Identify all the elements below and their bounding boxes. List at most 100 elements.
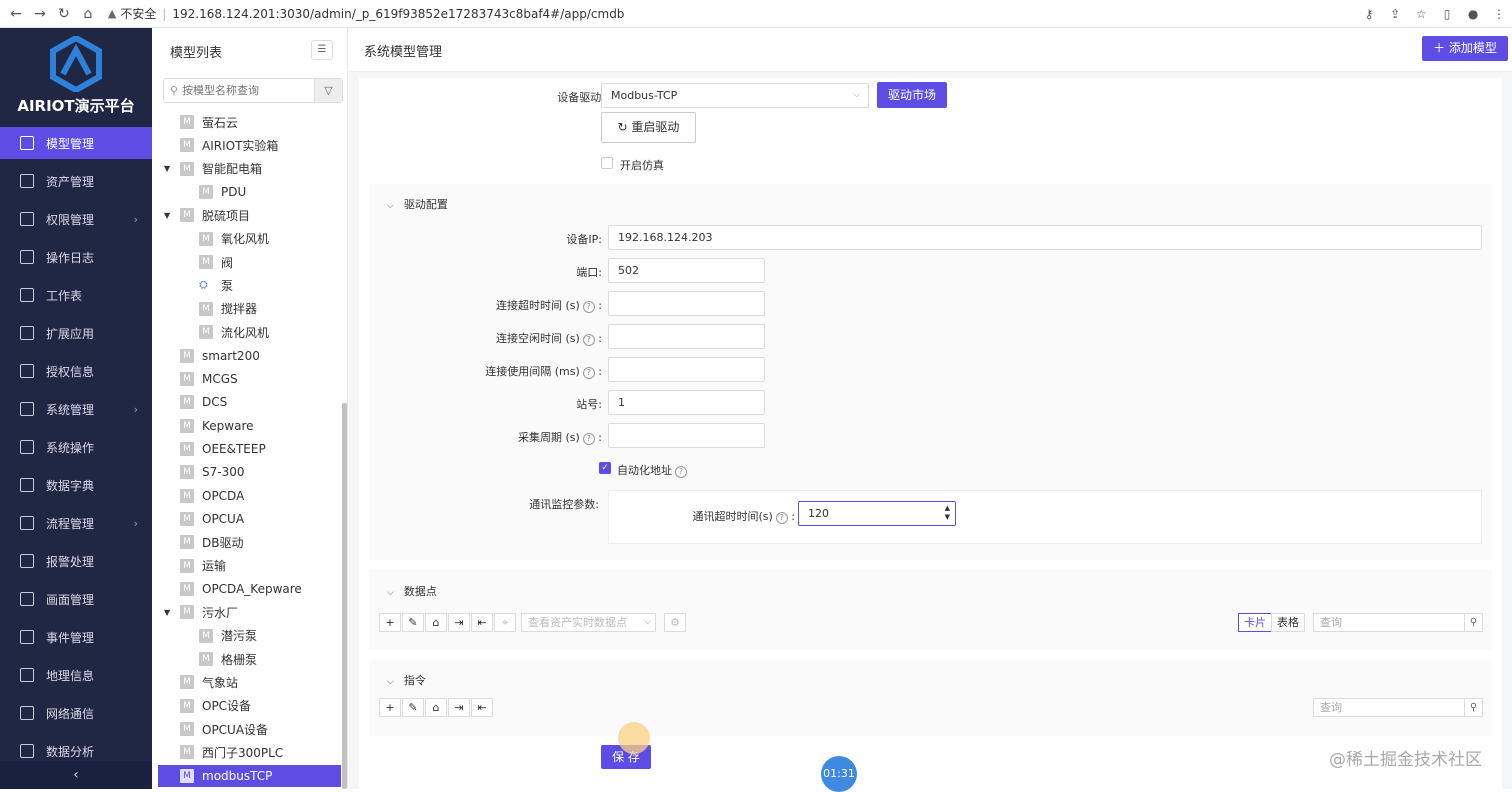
sidebar-item[interactable]: 模型管理 <box>0 127 152 159</box>
copy-icon[interactable]: ⇤ <box>471 698 493 717</box>
tree-item[interactable]: M 萤石云 <box>180 111 238 133</box>
share-icon[interactable]: ⇪ <box>1382 7 1408 21</box>
caret-down-icon[interactable]: ▼ <box>164 608 170 617</box>
tree-item[interactable]: M DB驱动 <box>180 531 243 553</box>
timeout-input[interactable]: 120 ▲ ▼ <box>798 501 956 526</box>
datapoints-header[interactable]: ⌵ 数据点 <box>387 583 437 599</box>
sidebar-item[interactable]: 网络通信 <box>0 697 152 729</box>
collapse-sidebar-icon[interactable]: ‹ <box>0 761 152 789</box>
list-view-icon[interactable]: ☰ <box>311 40 333 60</box>
tree-item[interactable]: M 搅拌器 <box>199 298 257 320</box>
edit-icon[interactable]: ✎ <box>402 613 424 632</box>
back-icon[interactable]: ← <box>4 2 28 26</box>
debug-icon[interactable]: ⚙ <box>664 613 686 632</box>
field-input[interactable] <box>608 291 765 316</box>
auto-address-checkbox[interactable]: ✓ <box>599 462 611 474</box>
export-icon[interactable]: ⇥ <box>448 613 470 632</box>
dictionary-icon <box>20 478 34 492</box>
commands-header[interactable]: ⌵ 指令 <box>387 672 426 688</box>
sidebar-item[interactable]: 授权信息 <box>0 355 152 387</box>
tree-scrollbar[interactable] <box>342 403 347 789</box>
simulation-checkbox[interactable] <box>601 157 613 169</box>
locate-icon[interactable]: ⌖ <box>494 613 516 632</box>
sidebar-item[interactable]: 系统操作 <box>0 431 152 463</box>
tree-item[interactable]: M AIRIOT实验箱 <box>180 134 278 156</box>
field-input[interactable]: 1 <box>608 390 765 415</box>
sidebar-item[interactable]: 操作日志 <box>0 241 152 273</box>
tree-item[interactable]: M 运输 <box>180 555 226 577</box>
address-bar[interactable]: ▲ 不安全 | 192.168.124.201:3030/admin/_p_61… <box>108 3 1356 25</box>
sidebar-item[interactable]: 流程管理 › <box>0 507 152 539</box>
tree-item[interactable]: M 潜污泵 <box>199 625 257 647</box>
sidebar-item[interactable]: 事件管理 <box>0 621 152 653</box>
sidebar-item[interactable]: 资产管理 <box>0 165 152 197</box>
filter-icon[interactable]: ▽ <box>314 79 342 102</box>
tree-item[interactable]: ⛭ 泵 <box>199 274 233 296</box>
sidebar-item[interactable]: 工作表 <box>0 279 152 311</box>
tree-item[interactable]: M PDU <box>199 181 246 203</box>
driver-config-header[interactable]: ⌵ 驱动配置 <box>387 196 448 212</box>
tree-item[interactable]: M 氧化风机 <box>199 228 269 250</box>
sidebar-item[interactable]: 画面管理 <box>0 583 152 615</box>
stepper-icon[interactable]: ▲ ▼ <box>945 504 950 522</box>
card-view-toggle[interactable]: 卡片 <box>1238 613 1272 632</box>
sidebar-item[interactable]: 报警处理 <box>0 545 152 577</box>
driver-select[interactable]: Modbus-TCP ⌵ <box>601 83 869 108</box>
tree-item[interactable]: Msmart200 <box>180 345 260 367</box>
field-input[interactable] <box>608 324 765 349</box>
tree-item[interactable]: M DCS <box>180 391 227 413</box>
tree-item[interactable]: ▼ M 智能配电箱 <box>164 158 262 180</box>
export-icon[interactable]: ⇥ <box>448 698 470 717</box>
tree-item[interactable]: M MCGS <box>180 368 238 390</box>
import-icon[interactable]: ⌂ <box>425 698 447 717</box>
sidebar-item[interactable]: 权限管理 › <box>0 203 152 235</box>
add-icon[interactable]: + <box>379 698 401 717</box>
field-input[interactable] <box>608 357 765 382</box>
commands-search[interactable]: 查询 ⚲ <box>1313 698 1483 717</box>
key-icon[interactable]: ⚷ <box>1356 7 1382 21</box>
tree-item[interactable]: M Kepware <box>180 415 254 437</box>
star-icon[interactable]: ☆ <box>1408 7 1434 21</box>
field-input[interactable]: 502 <box>608 258 765 283</box>
tree-item[interactable]: M OPCUA <box>180 508 244 530</box>
caret-down-icon[interactable]: ▼ <box>164 164 170 173</box>
sidebar-item[interactable]: 扩展应用 <box>0 317 152 349</box>
tree-item[interactable]: M OPCDA <box>180 485 244 507</box>
sidebar-item[interactable]: 系统管理 › <box>0 393 152 425</box>
edit-icon[interactable]: ✎ <box>402 698 424 717</box>
copy-icon[interactable]: ⇤ <box>471 613 493 632</box>
import-icon[interactable]: ⌂ <box>425 613 447 632</box>
tree-item[interactable]: ▼ M 脱硫项目 <box>164 204 250 226</box>
forward-icon[interactable]: → <box>28 2 52 26</box>
tree-item[interactable]: M OPC设备 <box>180 695 251 717</box>
tree-item[interactable]: M 流化风机 <box>199 321 269 343</box>
tree-item[interactable]: M S7-300 <box>180 461 245 483</box>
add-model-button[interactable]: ＋ 添加模型 <box>1422 36 1508 61</box>
caret-down-icon[interactable]: ▼ <box>164 211 170 220</box>
field-input[interactable] <box>608 423 765 448</box>
tree-item[interactable]: M 西门子300PLC <box>180 741 283 763</box>
tree-item[interactable]: M 格栅泵 <box>199 648 257 670</box>
table-view-toggle[interactable]: 表格 <box>1271 613 1305 632</box>
datapoints-search[interactable]: 查询 ⚲ <box>1313 613 1483 632</box>
more-icon[interactable]: ⋮ <box>1486 7 1512 21</box>
restart-driver-button[interactable]: ↻ 重启驱动 <box>601 112 696 143</box>
sidebar-item[interactable]: 地理信息 <box>0 659 152 691</box>
tree-item[interactable]: ▼ M 污水厂 <box>164 601 238 623</box>
field-input[interactable]: 192.168.124.203 <box>608 225 1482 250</box>
tree-item[interactable]: M OEE&TEEP <box>180 438 266 460</box>
sidepanel-icon[interactable]: ▯ <box>1434 7 1460 21</box>
tree-item[interactable]: M OPCDA_Kepware <box>180 578 302 600</box>
tree-item[interactable]: M 气象站 <box>180 671 238 693</box>
sidebar-item[interactable]: 数据字典 <box>0 469 152 501</box>
add-icon[interactable]: + <box>379 613 401 632</box>
home-icon[interactable]: ⌂ <box>76 2 100 26</box>
reload-icon[interactable]: ↻ <box>52 2 76 26</box>
tree-item[interactable]: MmodbusTCP <box>158 764 341 787</box>
driver-market-button[interactable]: 驱动市场 <box>877 82 947 108</box>
profile-icon[interactable]: ● <box>1460 7 1486 21</box>
tree-item[interactable]: M OPCUA设备 <box>180 718 268 740</box>
asset-datapoint-select[interactable]: 查看资产实时数据点 ⌵ <box>521 613 656 632</box>
tree-search-input[interactable] <box>182 84 309 97</box>
tree-item[interactable]: M阀 <box>199 251 233 273</box>
